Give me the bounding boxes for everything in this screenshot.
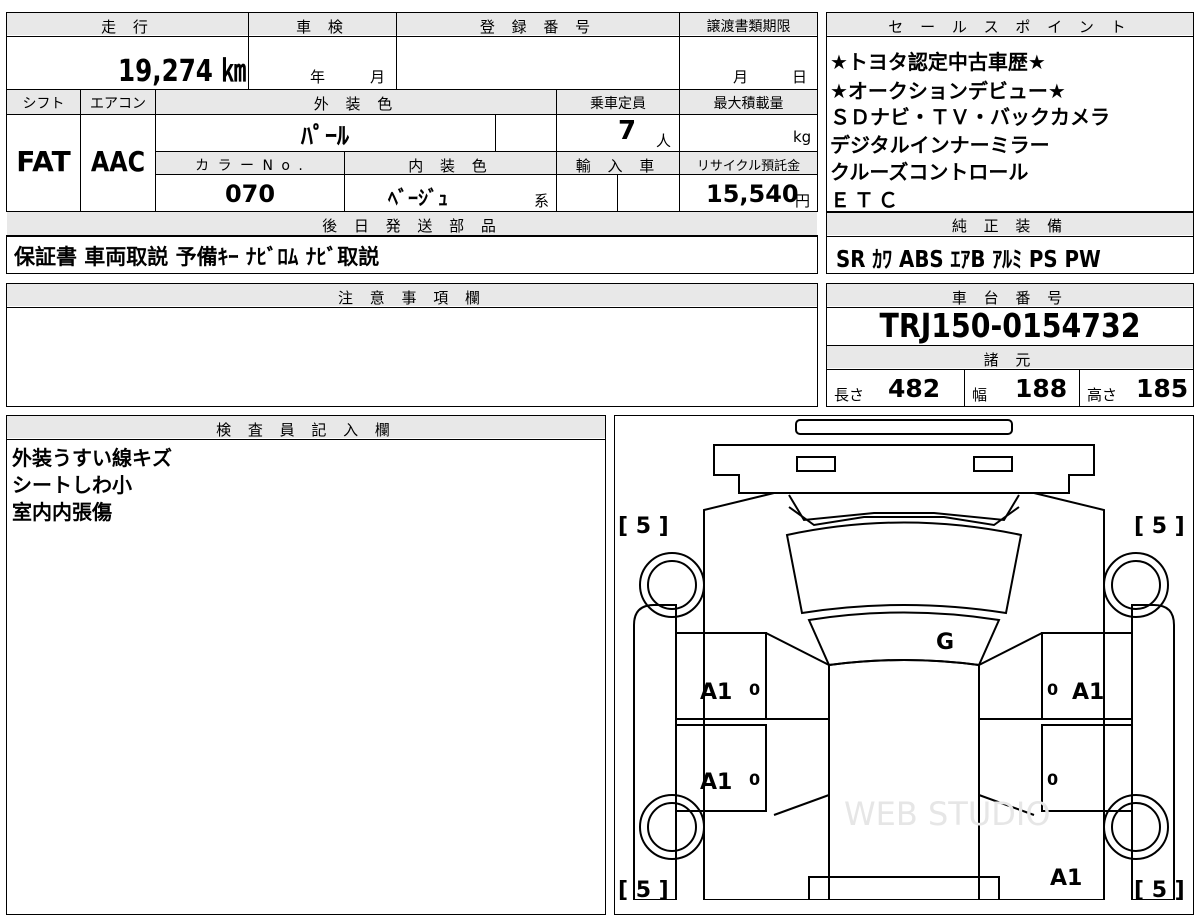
inspector-note: 外装うすい線キズ	[12, 446, 172, 470]
height-value: 185	[1136, 374, 1189, 403]
genuine-equipment-items: SR ｶﾜ ABS ｴｱB ｱﾙﾐ PS PW	[836, 247, 1101, 273]
load-unit: kg	[793, 128, 812, 146]
left-rear-door-mark: A1	[700, 770, 732, 795]
sales-point-line: ＳＤナビ・ＴＶ・バックカメラ	[830, 105, 1110, 129]
max-load-label: 最大積載量	[713, 96, 784, 112]
notes-label: 注 意 事 項 欄	[337, 289, 487, 307]
shaken-year-unit: 年	[310, 68, 326, 86]
inspector-label: 検 査 員 記 入 欄	[216, 421, 396, 439]
length-value: 482	[888, 374, 941, 403]
width-value: 188	[1015, 374, 1068, 403]
chassis-label: 車 台 番 号	[951, 289, 1069, 307]
exterior-color-label: 外 装 色	[313, 95, 399, 113]
right-front-door-zero: 0	[1047, 680, 1058, 699]
aircon-label: エアコン	[90, 96, 146, 112]
sales-point-line: デジタルインナーミラー	[830, 133, 1050, 157]
mileage-label: 走 行	[101, 18, 154, 36]
later-parts-label: 後 日 発 送 部 品	[322, 217, 502, 235]
left-front-door-zero: 0	[749, 680, 760, 699]
right-rear-wheel	[1103, 794, 1169, 860]
genuine-equipment-label: 純 正 装 備	[951, 217, 1069, 235]
interior-color-label: 内 装 色	[408, 157, 493, 175]
right-rear-quarter-mark: A1	[1050, 866, 1082, 891]
left-rear-wheel	[639, 794, 705, 860]
right-rear-door	[1041, 724, 1133, 812]
shift-label: シフト	[22, 96, 65, 112]
transfer-month-unit: 月	[733, 68, 749, 86]
capacity-label: 乗車定員	[590, 96, 646, 112]
body-outline	[703, 492, 1105, 900]
left-rear-tire-mark: [ 5 ]	[618, 878, 669, 900]
left-front-door-mark: A1	[700, 680, 732, 705]
front-bumper	[795, 419, 1013, 435]
sales-point-line: ★トヨタ認定中古車歴★	[830, 50, 1046, 74]
recycle-unit: 円	[795, 192, 811, 210]
color-number-value: 070	[224, 180, 276, 208]
length-label: 長さ	[834, 386, 865, 404]
recycle-value: 15,540	[706, 180, 799, 208]
color-number-label: カ ラ ー N o .	[195, 158, 305, 174]
left-front-door	[675, 632, 767, 720]
left-front-wheel	[639, 552, 705, 618]
roof-front	[807, 611, 1001, 667]
sales-point-line: ＥＴＣ	[830, 188, 902, 212]
right-front-door	[1041, 632, 1133, 720]
later-parts-value: 保証書 車両取説 予備ｷｰ ﾅﾋﾞﾛﾑ ﾅﾋﾞ取説	[14, 245, 380, 269]
inspector-note: シートしわ小	[12, 473, 132, 497]
left-front-tire-mark: [ 5 ]	[618, 514, 669, 539]
exterior-color-value: ﾊﾟｰﾙ	[301, 122, 349, 150]
width-label: 幅	[972, 386, 988, 404]
mileage-value: 19,274 ㎞	[118, 54, 247, 89]
sales-points-label: セ ー ル ス ポ イ ン ト	[888, 18, 1132, 36]
recycle-label: リサイクル預託金	[696, 159, 801, 174]
height-label: 高さ	[1087, 386, 1118, 404]
transfer-deadline-label: 譲渡書類期限	[706, 19, 791, 35]
interior-color-suffix: 系	[534, 192, 550, 210]
left-rear-door-zero: 0	[749, 770, 760, 789]
left-mirror	[796, 456, 836, 472]
import-label: 輸 入 車	[575, 157, 661, 175]
registration-number-label: 登 録 番 号	[479, 18, 597, 36]
shaken-month-unit: 月	[370, 68, 386, 86]
car-damage-diagram: [ 5 ] [ 5 ] [ 5 ] [ 5 ] G A1 A1 A1 A1 A1…	[618, 419, 1185, 900]
shaken-label: 車 検	[296, 18, 349, 36]
sales-point-line: クルーズコントロール	[830, 160, 1029, 184]
spec-label: 諸 元	[983, 351, 1037, 369]
chassis-number: TRJ150-0154732	[879, 306, 1141, 345]
interior-color-value: ﾍﾞｰｼﾞｭ	[388, 186, 448, 210]
inspector-note: 室内内張傷	[12, 500, 112, 524]
right-front-wheel	[1103, 552, 1169, 618]
windshield	[785, 521, 1023, 615]
capacity-value: 7	[618, 116, 637, 146]
right-mirror	[973, 456, 1013, 472]
right-front-door-mark: A1	[1072, 680, 1104, 705]
capacity-unit: 人	[656, 132, 672, 150]
watermark: WEB STUDIO	[844, 795, 1051, 833]
transfer-day-unit: 日	[792, 68, 808, 86]
right-rear-door-zero: 0	[1047, 770, 1058, 789]
rear-bumper	[808, 876, 1000, 900]
left-rear-door	[675, 724, 767, 812]
hood-outline	[713, 444, 1095, 494]
windshield-mark: G	[936, 630, 954, 655]
right-front-tire-mark: [ 5 ]	[1134, 514, 1185, 539]
right-rear-tire-mark: [ 5 ]	[1134, 878, 1185, 900]
aircon-value: AAC	[90, 145, 146, 178]
sales-point-line: ★オークションデビュー★	[830, 79, 1066, 103]
roof	[828, 659, 980, 900]
shift-value: FAT	[16, 145, 71, 178]
